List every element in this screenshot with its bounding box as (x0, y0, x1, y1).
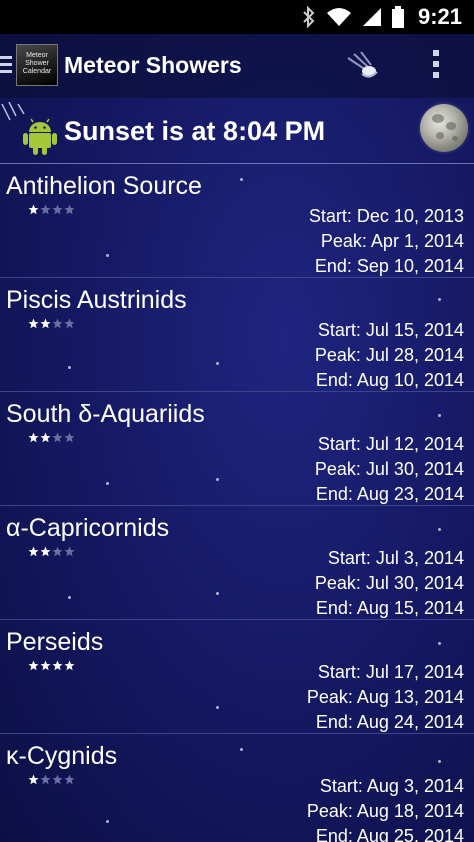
star-filled-icon (40, 318, 51, 329)
end-date: End: Aug 25, 2014 (315, 826, 464, 842)
end-date: End: Aug 10, 2014 (315, 370, 464, 390)
start-date: Start: Jul 15, 2014 (317, 320, 464, 340)
status-bar: 9:21 (0, 0, 474, 34)
list-item[interactable]: Piscis Austrinids Start: Jul 15, 2014 Pe… (0, 278, 474, 392)
rating-stars (28, 774, 75, 785)
start-date: Start: Aug 3, 2014 (319, 776, 464, 796)
shower-name: κ-Cygnids (6, 742, 118, 770)
signal-icon (362, 7, 382, 27)
star-empty-icon (40, 774, 51, 785)
star-empty-icon (64, 318, 75, 329)
list-item[interactable]: Perseids Start: Jul 17, 2014 Peak: Aug 1… (0, 620, 474, 734)
list-item[interactable]: κ-Cygnids Start: Aug 3, 2014 Peak: Aug 1… (0, 734, 474, 842)
star-filled-icon (28, 774, 39, 785)
star-filled-icon (40, 660, 51, 671)
star-filled-icon (28, 660, 39, 671)
meteor-shower-list: Antihelion Source Start: Dec 10, 2013 Pe… (0, 164, 474, 842)
star-filled-icon (28, 432, 39, 443)
star-filled-icon (64, 660, 75, 671)
start-date: Start: Jul 3, 2014 (327, 548, 464, 568)
navigation-drawer-icon[interactable] (0, 56, 12, 74)
start-date: Start: Jul 17, 2014 (317, 662, 464, 682)
shower-dates: Start: Jul 12, 2014 Peak: Jul 30, 2014 E… (315, 432, 464, 507)
star-filled-icon (28, 204, 39, 215)
shower-dates: Start: Jul 17, 2014 Peak: Aug 13, 2014 E… (307, 660, 464, 735)
list-item[interactable]: South δ-Aquariids Start: Jul 12, 2014 Pe… (0, 392, 474, 506)
sunset-time-text: Sunset is at 8:04 PM (64, 116, 326, 146)
peak-date: Peak: Jul 28, 2014 (314, 345, 464, 365)
action-bar: Meteor Shower Calendar Meteor Showers (0, 34, 474, 98)
list-item[interactable]: Antihelion Source Start: Dec 10, 2013 Pe… (0, 164, 474, 278)
peak-date: Peak: Jul 30, 2014 (314, 459, 464, 479)
rating-stars (28, 546, 75, 557)
star-filled-icon (40, 546, 51, 557)
rating-stars (28, 432, 75, 443)
star-empty-icon (64, 774, 75, 785)
peak-date: Peak: Apr 1, 2014 (320, 231, 464, 251)
end-date: End: Aug 24, 2014 (315, 712, 464, 732)
shower-name: Antihelion Source (6, 172, 202, 200)
shower-dates: Start: Dec 10, 2013 Peak: Apr 1, 2014 En… (309, 204, 464, 279)
logo-line: Shower (25, 60, 49, 67)
shower-name: Perseids (6, 628, 104, 656)
star-empty-icon (52, 318, 63, 329)
logo-line: Calendar (22, 68, 52, 75)
rating-stars (28, 318, 75, 329)
star-filled-icon (52, 660, 63, 671)
android-icon (23, 118, 57, 155)
star-filled-icon (28, 318, 39, 329)
shower-dates: Start: Jul 3, 2014 Peak: Jul 30, 2014 En… (315, 546, 464, 621)
star-empty-icon (52, 204, 63, 215)
shower-dates: Start: Aug 3, 2014 Peak: Aug 18, 2014 En… (307, 774, 464, 842)
bluetooth-icon (302, 6, 316, 28)
end-date: End: Aug 15, 2014 (315, 598, 464, 618)
star-filled-icon (28, 546, 39, 557)
rating-stars (28, 204, 75, 215)
moon-phase-icon[interactable] (420, 104, 468, 152)
start-date: Start: Dec 10, 2013 (308, 206, 464, 226)
star-empty-icon (52, 774, 63, 785)
end-date: End: Sep 10, 2014 (314, 256, 464, 276)
battery-icon (391, 6, 404, 28)
shower-name: α-Capricornids (6, 514, 170, 542)
start-date: Start: Jul 12, 2014 (317, 434, 464, 454)
app-logo[interactable]: Meteor Shower Calendar (16, 44, 58, 86)
sunset-header: Sunset is at 8:04 PM (0, 98, 474, 164)
meteor-icon[interactable] (344, 50, 380, 82)
peak-date: Peak: Aug 18, 2014 (306, 801, 464, 821)
logo-line: Meteor (26, 52, 48, 59)
peak-date: Peak: Aug 13, 2014 (306, 687, 464, 707)
peak-date: Peak: Jul 30, 2014 (314, 573, 464, 593)
star-empty-icon (52, 432, 63, 443)
star-empty-icon (64, 546, 75, 557)
star-empty-icon (64, 204, 75, 215)
star-empty-icon (64, 432, 75, 443)
wifi-icon (326, 7, 352, 27)
end-date: End: Aug 23, 2014 (315, 484, 464, 504)
star-filled-icon (40, 432, 51, 443)
app-title: Meteor Showers (64, 52, 242, 78)
star-empty-icon (52, 546, 63, 557)
shower-dates: Start: Jul 15, 2014 Peak: Jul 28, 2014 E… (315, 318, 464, 393)
rating-stars (28, 660, 75, 671)
list-item[interactable]: α-Capricornids Start: Jul 3, 2014 Peak: … (0, 506, 474, 620)
overflow-menu-icon[interactable] (424, 50, 448, 82)
shower-name: South δ-Aquariids (6, 400, 205, 428)
clock: 9:21 (417, 4, 462, 29)
star-empty-icon (40, 204, 51, 215)
shower-name: Piscis Austrinids (6, 286, 187, 314)
